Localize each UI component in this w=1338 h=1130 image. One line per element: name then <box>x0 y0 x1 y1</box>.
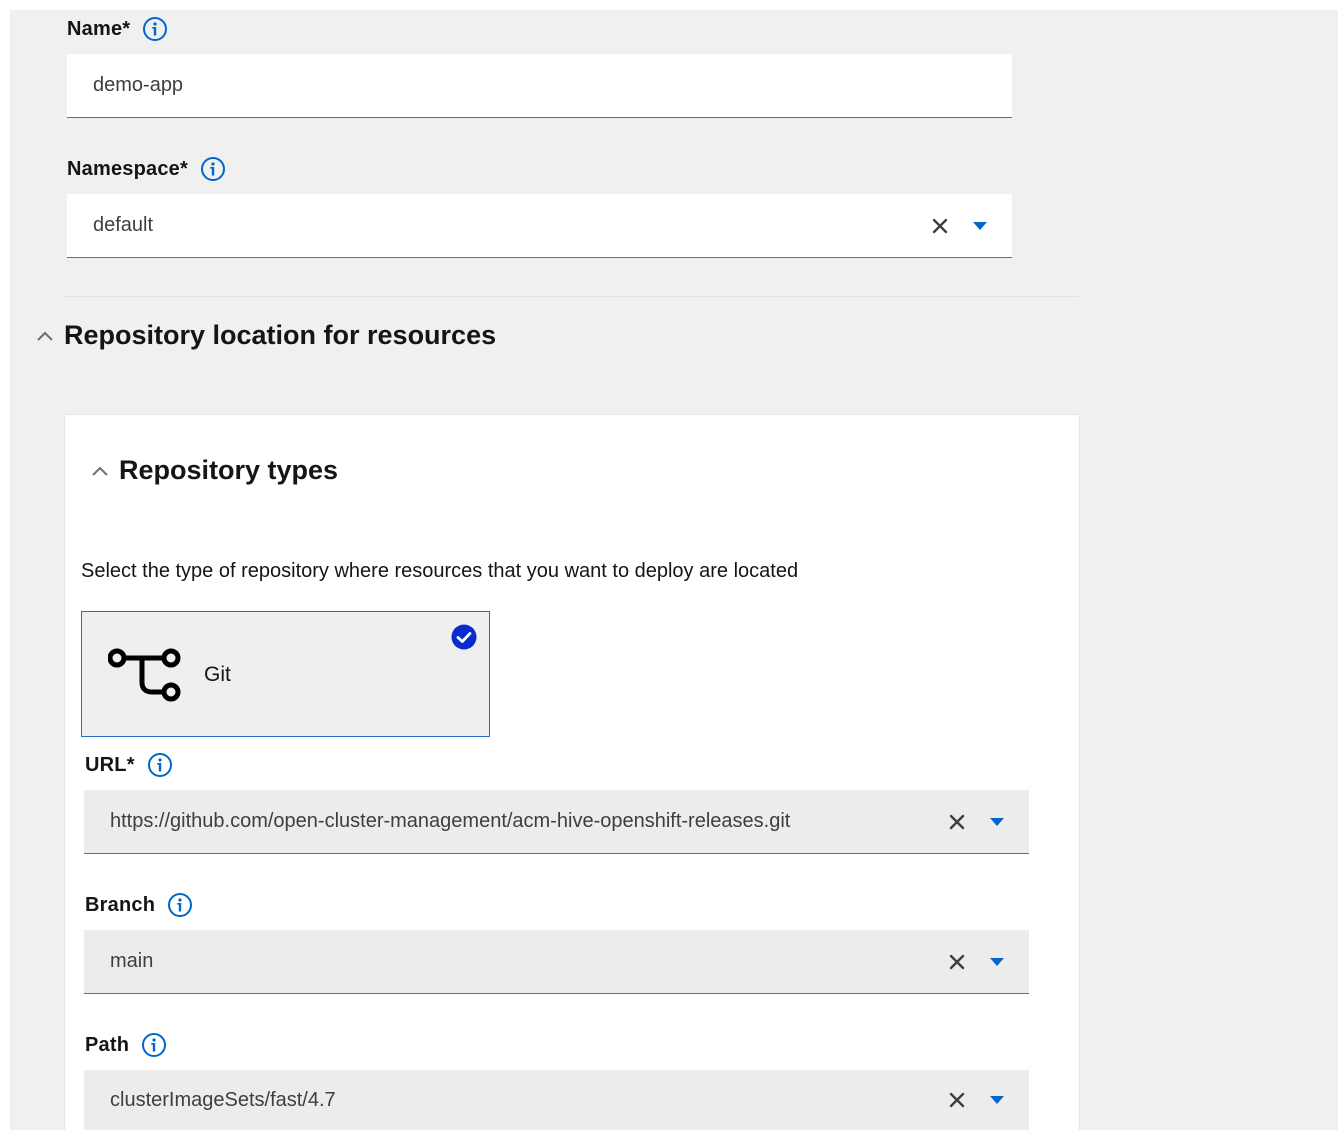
namespace-select-value[interactable]: default <box>67 214 930 237</box>
info-circle-icon[interactable] <box>200 156 226 182</box>
path-label-text: Path <box>85 1033 130 1056</box>
clear-icon[interactable] <box>930 216 950 236</box>
name-label: Name* <box>67 16 168 42</box>
clear-icon[interactable] <box>947 952 967 972</box>
git-tile-label: Git <box>204 663 231 686</box>
clear-icon[interactable] <box>947 812 967 832</box>
check-circle-icon <box>451 624 477 650</box>
name-label-text: Name* <box>67 17 131 40</box>
namespace-label: Namespace* <box>67 156 226 182</box>
name-input-value[interactable]: demo-app <box>67 74 1012 97</box>
repository-location-title: Repository location for resources <box>64 320 497 350</box>
info-circle-icon[interactable] <box>141 1032 167 1058</box>
chevron-up-icon[interactable] <box>89 460 111 482</box>
info-circle-icon[interactable] <box>147 752 173 778</box>
path-label: Path <box>85 1032 167 1058</box>
branch-label-text: Branch <box>85 893 156 916</box>
repository-location-header[interactable]: Repository location for resources <box>34 320 496 351</box>
path-select-value[interactable]: clusterImageSets/fast/4.7 <box>84 1089 947 1112</box>
info-circle-icon[interactable] <box>142 16 168 42</box>
branch-select[interactable]: main <box>84 930 1029 994</box>
chevron-up-icon[interactable] <box>34 325 56 347</box>
caret-down-icon[interactable] <box>989 816 1005 828</box>
branch-select-value[interactable]: main <box>84 950 947 973</box>
path-select[interactable]: clusterImageSets/fast/4.7 <box>84 1070 1029 1130</box>
caret-down-icon[interactable] <box>972 220 988 232</box>
caret-down-icon[interactable] <box>989 956 1005 968</box>
repository-types-description: Select the type of repository where reso… <box>81 560 799 582</box>
git-repository-tile[interactable]: Git <box>81 611 490 737</box>
caret-down-icon[interactable] <box>989 1094 1005 1106</box>
git-branch-icon <box>107 646 182 704</box>
repository-types-title: Repository types <box>119 455 339 485</box>
url-label-text: URL* <box>85 753 135 776</box>
url-select[interactable]: https://github.com/open-cluster-manageme… <box>84 790 1029 854</box>
info-circle-icon[interactable] <box>167 892 193 918</box>
url-select-value[interactable]: https://github.com/open-cluster-manageme… <box>84 810 947 833</box>
clear-icon[interactable] <box>947 1090 967 1110</box>
repository-types-card <box>64 414 1080 1130</box>
name-input[interactable]: demo-app <box>67 54 1012 118</box>
branch-label: Branch <box>85 892 193 918</box>
namespace-label-text: Namespace* <box>67 157 188 180</box>
section-divider <box>63 296 1079 297</box>
repository-types-header[interactable]: Repository types <box>89 455 338 486</box>
namespace-select[interactable]: default <box>67 194 1012 258</box>
form-page: Name* demo-app Namespace* default Reposi… <box>10 10 1338 1130</box>
url-label: URL* <box>85 752 173 778</box>
